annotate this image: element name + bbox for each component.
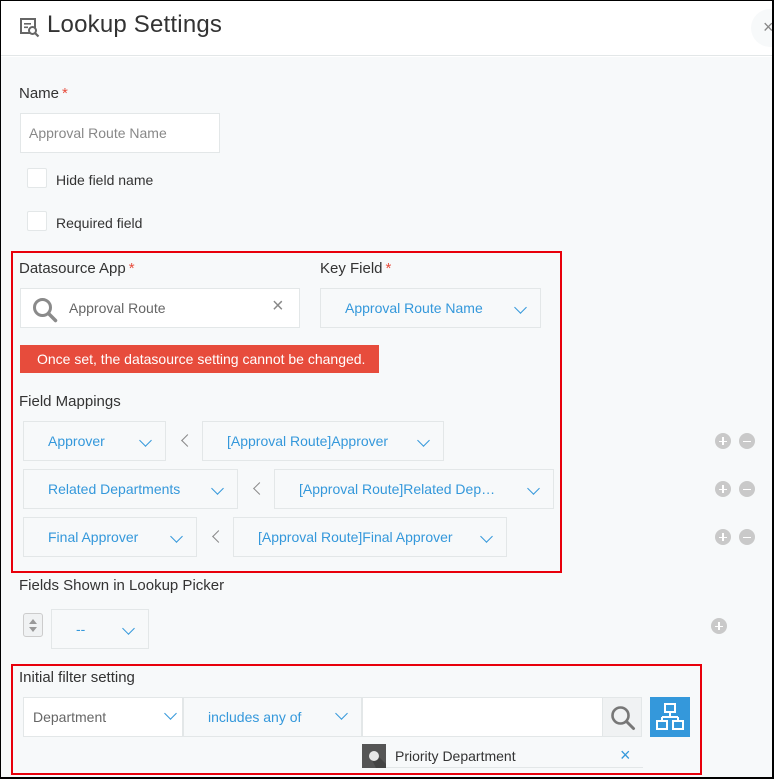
picker-field-select[interactable]: -- [51, 609, 149, 649]
add-picker-field-button[interactable] [711, 618, 727, 634]
close-button[interactable]: × [751, 9, 774, 47]
dialog-header: Lookup Settings × [1, 1, 772, 56]
department-avatar [362, 744, 386, 768]
mapping-source-value: [Approval Route]Final Approver [258, 529, 453, 545]
remove-mapping-button[interactable] [739, 529, 755, 545]
department-icon [362, 744, 386, 768]
picker-fields-label: Fields Shown in Lookup Picker [19, 577, 225, 594]
chevron-down-icon [417, 434, 430, 447]
dialog-body: Name * Approval Route Name Hide field nam… [1, 57, 772, 777]
clear-icon[interactable]: × [272, 295, 284, 318]
search-icon [611, 706, 635, 730]
key-field-value: Approval Route Name [345, 300, 483, 316]
mapping-source-value: [Approval Route]Approver [227, 433, 389, 449]
sort-handle[interactable] [23, 613, 43, 637]
hide-field-name-checkbox[interactable] [27, 168, 47, 188]
close-icon: × [763, 17, 774, 37]
org-chart-icon [656, 703, 684, 730]
chevron-down-icon [122, 622, 135, 635]
chevron-down-icon [514, 301, 527, 314]
filter-operator-value: includes any of [208, 709, 302, 725]
required-mark: * [62, 85, 68, 102]
chevron-down-icon [139, 434, 152, 447]
mapping-target-select[interactable]: Final Approver [23, 517, 197, 557]
lookup-settings-dialog: Lookup Settings × Name * Approval Route N… [0, 0, 774, 779]
arrow-down-icon [29, 627, 37, 632]
mapping-target-value: Approver [48, 433, 105, 449]
picker-field-value: -- [76, 621, 86, 637]
lookup-icon [20, 18, 40, 38]
remove-mapping-button[interactable] [739, 481, 755, 497]
chevron-down-icon [211, 482, 224, 495]
filter-operator-select[interactable]: includes any of [183, 697, 362, 737]
chevron-down-icon [527, 482, 540, 495]
add-mapping-button[interactable] [715, 433, 731, 449]
datasource-app-value: Approval Route [69, 300, 166, 316]
mapping-source-select[interactable]: [Approval Route]Final Approver [233, 517, 507, 557]
filter-field-value: Department [33, 709, 107, 725]
chevron-down-icon [335, 707, 348, 720]
datasource-warning-alert: Once set, the datasource setting cannot … [20, 345, 379, 373]
required-field-label: Required field [56, 215, 143, 231]
filter-value-input[interactable] [362, 697, 603, 737]
mapping-source-value: [Approval Route]Related Dep… [299, 481, 496, 497]
hide-field-name-label: Hide field name [56, 172, 154, 188]
mapping-source-select[interactable]: [Approval Route]Approver [202, 421, 444, 461]
name-label-text: Name [19, 85, 60, 102]
selected-department-chip: Priority Department × [362, 744, 643, 768]
datasource-app-input[interactable]: Approval Route × [20, 288, 300, 328]
datasource-label: Datasource App * [19, 260, 135, 277]
mapping-target-value: Final Approver [48, 529, 139, 545]
field-mappings-label: Field Mappings [19, 393, 121, 410]
key-field-label: Key Field * [320, 260, 391, 277]
add-mapping-button[interactable] [715, 529, 731, 545]
filter-field-select[interactable]: Department [23, 697, 183, 737]
remove-department-icon[interactable]: × [620, 745, 631, 765]
mapping-target-select[interactable]: Related Departments [23, 469, 238, 509]
required-mark: * [385, 260, 392, 277]
chevron-down-icon [480, 530, 493, 543]
mapping-target-value: Related Departments [48, 481, 181, 497]
org-chart-button[interactable] [650, 697, 690, 737]
filter-search-button[interactable] [602, 697, 642, 737]
key-field-label-text: Key Field [320, 260, 383, 277]
key-field-select[interactable]: Approval Route Name [320, 288, 541, 328]
add-mapping-button[interactable] [715, 481, 731, 497]
name-label: Name * [19, 85, 68, 102]
chevron-down-icon [170, 530, 183, 543]
initial-filter-label: Initial filter setting [19, 669, 135, 686]
dialog-title: Lookup Settings [47, 11, 223, 38]
chevron-down-icon [164, 707, 177, 720]
remove-mapping-button[interactable] [739, 433, 755, 449]
datasource-label-text: Datasource App [19, 260, 126, 277]
mapping-target-select[interactable]: Approver [23, 421, 166, 461]
mapping-source-select[interactable]: [Approval Route]Related Dep… [274, 469, 554, 509]
name-input[interactable]: Approval Route Name [20, 113, 220, 153]
arrow-up-icon [29, 619, 37, 624]
department-name: Priority Department [395, 748, 516, 764]
search-icon [33, 298, 58, 323]
required-mark: * [128, 260, 135, 277]
required-field-checkbox[interactable] [27, 211, 47, 231]
